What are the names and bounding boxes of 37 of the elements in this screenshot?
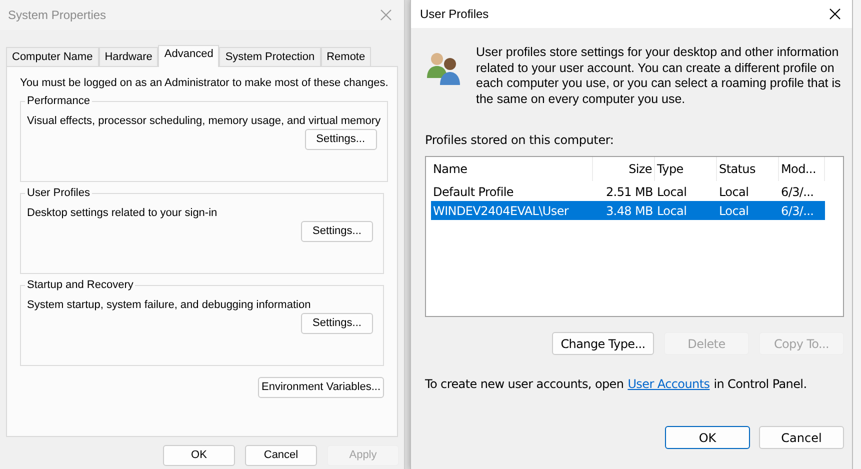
list-row[interactable]: WINDEV2404EVAL\User 3.48 MB Local Local 6/3/... bbox=[431, 201, 825, 220]
column-header[interactable]: Size bbox=[593, 157, 655, 181]
column-header[interactable]: Type bbox=[655, 157, 717, 181]
dialog-button[interactable]: OK bbox=[163, 445, 235, 466]
settings-button[interactable]: Settings... bbox=[301, 313, 373, 334]
dialog-button[interactable]: Cancel bbox=[245, 445, 317, 466]
group-description: Visual effects, processor scheduling, memory usage, and virtual memory bbox=[27, 114, 381, 128]
column-header[interactable]: Name bbox=[431, 157, 593, 181]
window-title: System Properties bbox=[8, 7, 106, 24]
close-icon bbox=[829, 8, 841, 20]
footer-text: To create new user accounts, open bbox=[425, 376, 624, 393]
dialog-button[interactable]: OK bbox=[665, 426, 750, 449]
list-label: Profiles stored on this computer: bbox=[425, 132, 615, 149]
group-title: Startup and Recovery bbox=[26, 278, 134, 293]
settings-button[interactable]: Settings... bbox=[301, 221, 373, 242]
tab[interactable]: System Protection bbox=[219, 47, 321, 66]
description-text: User profiles store settings for your desktop and other information related to your user account. You can create a different profile on each computer you use, or you can select a roaming profile that is the same on every computer you use. bbox=[476, 45, 842, 107]
close-icon bbox=[380, 9, 392, 21]
group-description: Desktop settings related to your sign-in bbox=[27, 206, 218, 220]
column-header[interactable]: Mod... bbox=[779, 157, 825, 181]
action-button[interactable]: Change Type... bbox=[552, 332, 654, 355]
window-title: User Profiles bbox=[420, 6, 489, 23]
group-title: User Profiles bbox=[26, 186, 91, 201]
list-row[interactable]: Default Profile 2.51 MB Local Local 6/3/... bbox=[431, 182, 825, 201]
environment-variables-button[interactable]: Environment Variables... bbox=[258, 377, 384, 398]
column-header[interactable]: Status bbox=[717, 157, 779, 181]
footer-text: in Control Panel. bbox=[714, 376, 807, 393]
notice-text: You must be logged on as an Administrator to make most of these changes. bbox=[20, 76, 388, 90]
tab[interactable]: Hardware bbox=[98, 47, 158, 66]
user-accounts-link[interactable]: User Accounts bbox=[628, 375, 710, 393]
group-description: System startup, system failure, and debugging information bbox=[27, 298, 311, 312]
dialog-button[interactable]: Cancel bbox=[759, 426, 844, 449]
tab[interactable]: Remote bbox=[320, 47, 372, 66]
settings-button[interactable]: Settings... bbox=[304, 129, 377, 150]
tab[interactable]: Advanced bbox=[158, 45, 220, 67]
group-title: Performance bbox=[26, 94, 91, 109]
tab[interactable]: Computer Name bbox=[6, 47, 99, 66]
